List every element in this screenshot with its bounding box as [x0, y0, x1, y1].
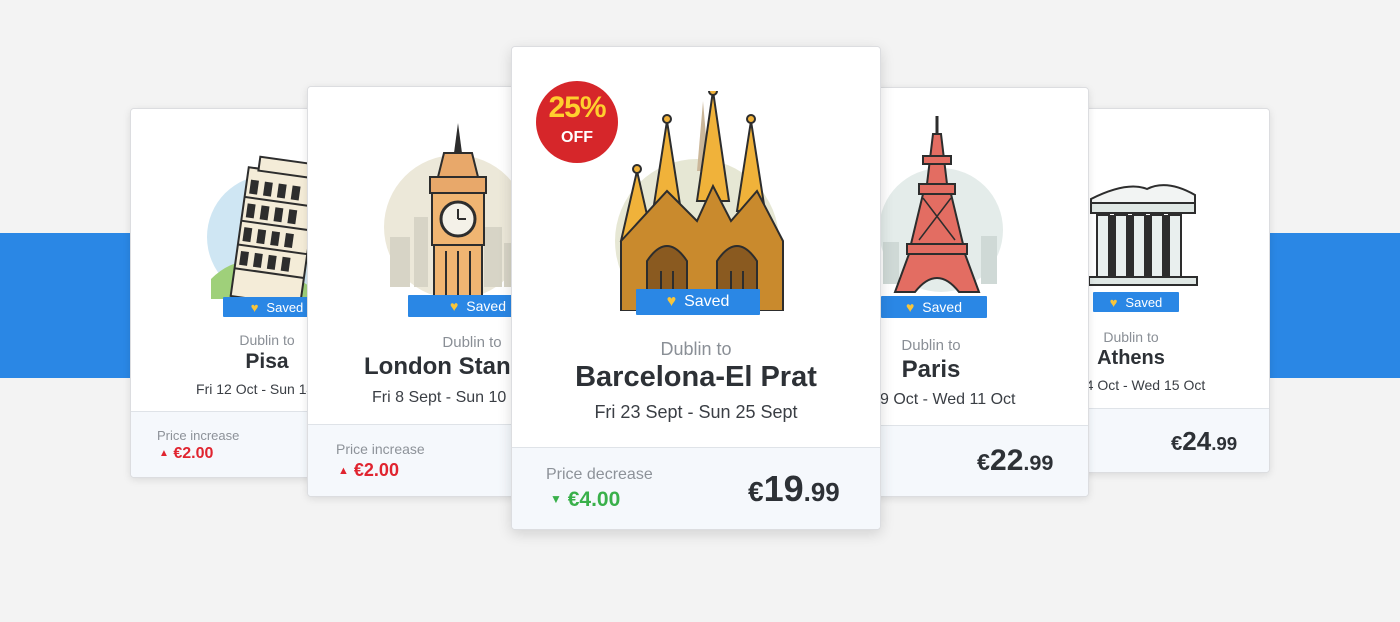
arrow-up-icon: ▲: [159, 448, 169, 459]
price-change-label: Price decrease: [546, 466, 653, 483]
fare-price: €19.99: [748, 468, 840, 509]
flight-card-pisa[interactable]: ♥ Saved Dublin to Pisa Fri 12 Oct - Sun …: [130, 108, 330, 478]
parthenon-illustration: [1088, 184, 1198, 286]
arrow-up-icon: ▲: [338, 465, 349, 477]
saved-label: Saved: [1125, 294, 1163, 310]
saved-tag[interactable]: ♥ Saved: [881, 296, 987, 318]
fare-price: €24.99: [1171, 426, 1238, 456]
big-ben-illustration: [384, 123, 528, 307]
heart-icon: ♥: [666, 293, 677, 310]
eiffel-tower-illustration: [879, 116, 1003, 293]
arrow-down-icon: ▼: [550, 492, 562, 506]
origin-label: Dublin to: [660, 339, 732, 359]
fare-price: €22.99: [977, 444, 1054, 477]
travel-dates: Fri 23 Sept - Sun 25 Sept: [594, 402, 798, 422]
heart-icon: ♥: [250, 299, 259, 315]
flight-card-athens[interactable]: ♥ Saved Dublin to Athens Mon 14 Oct - We…: [1070, 108, 1270, 473]
destination-name: Athens: [1097, 347, 1165, 369]
travel-dates: Mon 14 Oct - Wed 15 Oct: [1071, 377, 1206, 393]
discount-badge: 25% OFF: [536, 81, 618, 163]
travel-dates: Mon 09 Oct - Wed 11 Oct: [852, 391, 1016, 408]
price-change-label: Price increase: [157, 428, 240, 443]
price-change-label: Price increase: [336, 441, 425, 457]
price-change-value: ▲ €2.00: [338, 460, 399, 480]
saved-label: Saved: [266, 299, 304, 315]
heart-icon: ♥: [449, 298, 459, 314]
price-change-value: ▼ €4.00: [550, 488, 621, 511]
travel-dates: Fri 8 Sept - Sun 10 Sept: [372, 389, 544, 406]
leaning-tower-of-pisa-illustration: [207, 155, 329, 307]
saved-label: Saved: [922, 299, 962, 315]
heart-icon: ♥: [1109, 294, 1118, 310]
discount-percent: 25%: [548, 91, 606, 124]
destination-name: Barcelona-El Prat: [575, 361, 817, 393]
saved-tag[interactable]: ♥ Saved: [636, 289, 760, 315]
sagrada-familia-illustration: [615, 91, 784, 311]
price-change-value: ▲ €2.00: [159, 445, 214, 462]
discount-off-label: OFF: [561, 129, 593, 146]
saved-label: Saved: [684, 293, 730, 310]
heart-icon: ♥: [905, 299, 915, 315]
saved-tag[interactable]: ♥ Saved: [1093, 292, 1179, 312]
flight-card-paris[interactable]: ♥ Saved Dublin to Paris Mon 09 Oct - Wed…: [852, 87, 1089, 497]
origin-label: Dublin to: [1103, 329, 1159, 345]
saved-label: Saved: [466, 298, 506, 314]
flight-card-barcelona[interactable]: 25% OFF ♥ Saved Dublin to Barcelona-El P…: [511, 46, 881, 530]
